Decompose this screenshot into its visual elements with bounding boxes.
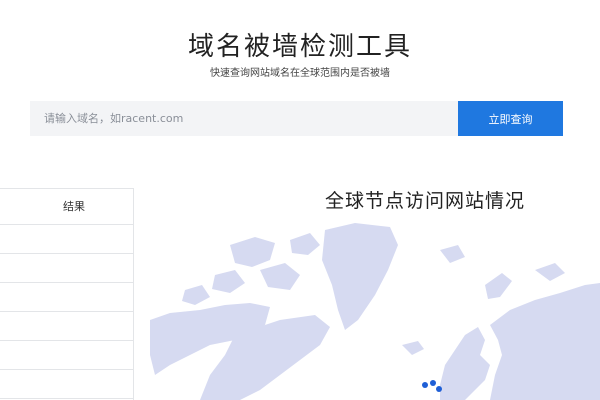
- node-marker: [436, 386, 442, 392]
- domain-search-input[interactable]: [30, 101, 458, 136]
- table-row: [0, 312, 133, 341]
- world-map: [150, 223, 600, 400]
- node-marker: [430, 380, 436, 386]
- node-marker: [422, 382, 428, 388]
- table-row: [0, 341, 133, 370]
- results-column-header: 结果: [0, 189, 133, 225]
- table-row: [0, 225, 133, 254]
- search-bar: 立即查询: [30, 101, 563, 136]
- node-markers: [422, 380, 442, 392]
- page-title: 域名被墙检测工具: [187, 32, 412, 62]
- page-subtitle: 快速查询网站域名在全球范围内是否被墙: [210, 68, 390, 79]
- map-title: 全球节点访问网站情况: [324, 190, 525, 212]
- table-row: [0, 254, 133, 283]
- query-button[interactable]: 立即查询: [458, 101, 563, 136]
- results-table: 结果: [0, 188, 134, 400]
- table-row: [0, 283, 133, 312]
- table-row: [0, 370, 133, 399]
- map-landmass: [150, 223, 600, 400]
